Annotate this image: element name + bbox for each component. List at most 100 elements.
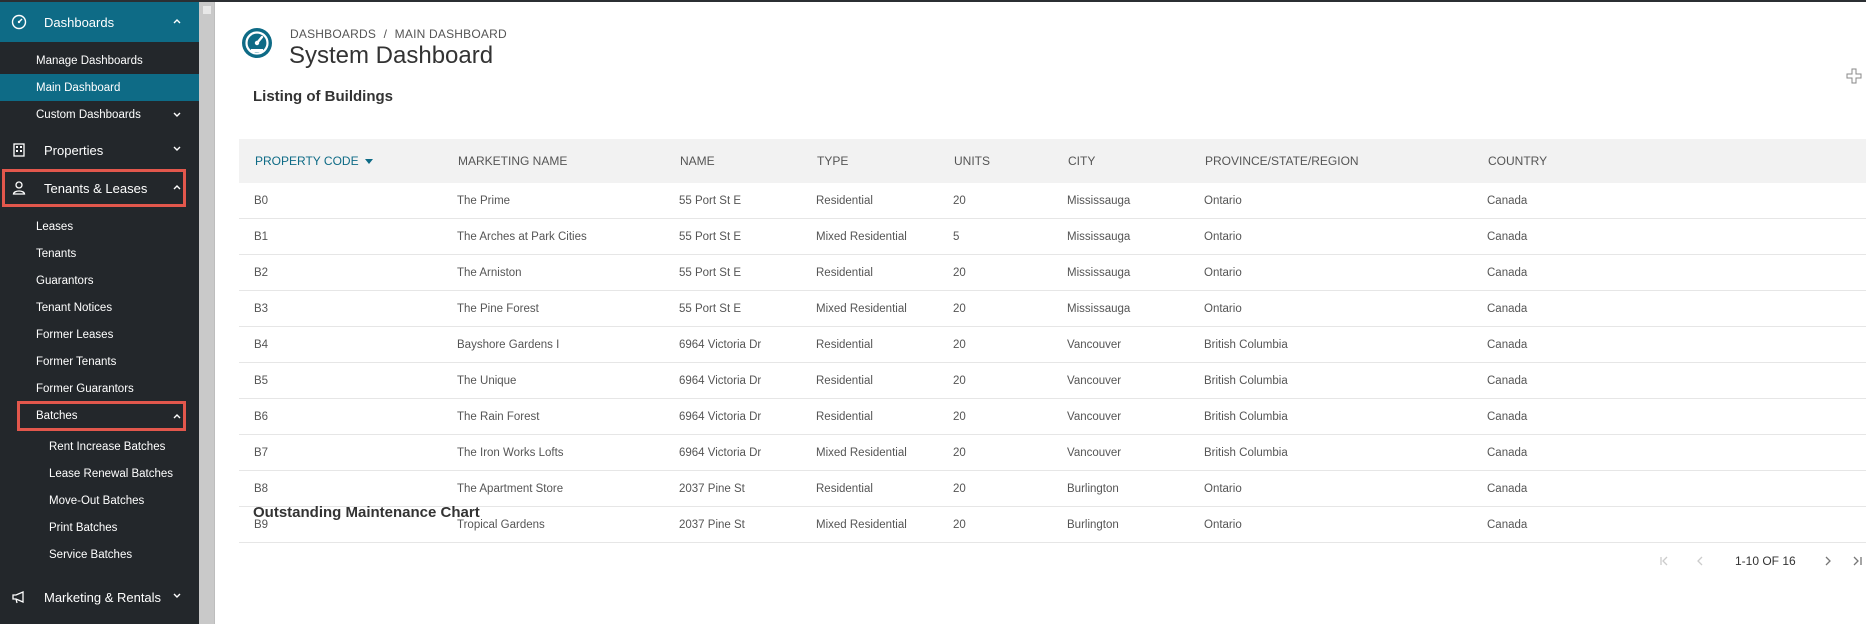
sidebar-section-properties[interactable]: Properties xyxy=(0,130,199,170)
table-cell: The Arches at Park Cities xyxy=(457,231,587,243)
table-cell: Canada xyxy=(1487,447,1528,459)
table-cell: Mississauga xyxy=(1067,231,1131,243)
sidebar-section-label: Marketing & Rentals xyxy=(44,589,162,605)
table-cell: Residential xyxy=(816,411,873,423)
sidebar-scrollbar[interactable] xyxy=(199,2,215,624)
column-header-name[interactable]: NAME xyxy=(680,154,715,168)
sidebar-item-guarantors[interactable]: Guarantors xyxy=(0,267,199,294)
table-cell: 20 xyxy=(953,411,966,423)
column-header-province[interactable]: PROVINCE/STATE/REGION xyxy=(1205,154,1359,168)
sidebar-item-move-out-batches[interactable]: Move-Out Batches xyxy=(0,487,199,514)
table-cell: The Apartment Store xyxy=(457,483,564,495)
table-cell: 20 xyxy=(953,339,966,351)
sidebar-item-label: Former Leases xyxy=(36,328,114,341)
add-widget-icon[interactable] xyxy=(1846,68,1862,84)
table-row[interactable]: B7 The Iron Works Lofts 6964 Victoria Dr Mi… xyxy=(239,435,1866,471)
table-cell: Mixed Residential xyxy=(816,519,907,531)
table-cell: 20 xyxy=(953,303,966,315)
previous-page-icon[interactable] xyxy=(1694,555,1706,567)
page-title: System Dashboard xyxy=(289,42,494,69)
column-header-country[interactable]: COUNTRY xyxy=(1488,154,1547,168)
sidebar-item-manage-dashboards[interactable]: Manage Dashboards xyxy=(0,47,199,74)
sidebar-item-former-guarantors[interactable]: Former Guarantors xyxy=(0,375,199,402)
table-cell: Ontario xyxy=(1204,195,1242,207)
scrollbar-thumb[interactable] xyxy=(203,6,211,14)
sort-descending-icon xyxy=(364,159,373,165)
sidebar: Dashboards Manage Dashboards Main Dashbo… xyxy=(0,2,199,624)
table-cell: Ontario xyxy=(1204,483,1242,495)
table-cell: The Pine Forest xyxy=(457,303,539,315)
sidebar-item-tenant-notices[interactable]: Tenant Notices xyxy=(0,294,199,321)
table-cell: 20 xyxy=(953,195,966,207)
table-cell: Mixed Residential xyxy=(816,447,907,459)
sidebar-item-former-leases[interactable]: Former Leases xyxy=(0,321,199,348)
breadcrumb-main-dashboard: MAIN DASHBOARD xyxy=(394,27,507,41)
table-cell: Ontario xyxy=(1204,519,1242,531)
table-cell: Vancouver xyxy=(1067,411,1122,423)
table-cell: B1 xyxy=(254,231,269,243)
table-row[interactable]: B1 The Arches at Park Cities 55 Port St E M… xyxy=(239,219,1866,255)
table-cell: Mississauga xyxy=(1067,195,1131,207)
last-page-icon[interactable] xyxy=(1851,555,1863,567)
table-row[interactable]: B9 Tropical Gardens 2037 Pine St Mixed Resi… xyxy=(239,507,1866,543)
sidebar-section-label: Properties xyxy=(44,142,104,158)
table-cell: Canada xyxy=(1487,519,1528,531)
table-cell: Canada xyxy=(1487,339,1528,351)
table-cell: Ontario xyxy=(1204,231,1242,243)
column-header-type[interactable]: TYPE xyxy=(817,154,848,168)
table-row[interactable]: B2 The Arniston 55 Port St E Residential 20 M… xyxy=(239,255,1866,291)
column-header-units[interactable]: UNITS xyxy=(954,154,990,168)
sidebar-item-label: Former Tenants xyxy=(36,355,117,368)
chevron-up-icon xyxy=(173,185,181,190)
table-row[interactable]: B0 The Prime 55 Port St E Residential 20 Miss… xyxy=(239,183,1866,219)
sidebar-section-tenants-leases[interactable]: Tenants & Leases xyxy=(0,168,199,208)
breadcrumb-separator: / xyxy=(383,27,388,41)
sidebar-item-label: Manage Dashboards xyxy=(36,54,143,67)
column-header-marketing-name[interactable]: MARKETING NAME xyxy=(458,154,567,168)
table-cell: B0 xyxy=(254,195,269,207)
table-cell: 20 xyxy=(953,483,966,495)
table-cell: Canada xyxy=(1487,483,1528,495)
column-header-property-code[interactable]: PROPERTY CODE xyxy=(255,154,373,168)
table-cell: Residential xyxy=(816,195,873,207)
table-cell: 55 Port St E xyxy=(679,267,742,279)
table-cell: B3 xyxy=(254,303,269,315)
table-cell: Mississauga xyxy=(1067,267,1131,279)
sidebar-item-leases[interactable]: Leases xyxy=(0,213,199,240)
table-cell: Residential xyxy=(816,267,873,279)
table-cell: Ontario xyxy=(1204,267,1242,279)
sidebar-item-service-batches[interactable]: Service Batches xyxy=(0,541,199,568)
sidebar-item-main-dashboard[interactable]: Main Dashboard xyxy=(0,74,199,101)
first-page-icon[interactable] xyxy=(1658,555,1670,567)
breadcrumb: DASHBOARDS / MAIN DASHBOARD xyxy=(290,27,507,41)
chevron-up-icon xyxy=(173,414,181,419)
sidebar-item-lease-renewal-batches[interactable]: Lease Renewal Batches xyxy=(0,460,199,487)
sidebar-item-label: Guarantors xyxy=(36,274,94,287)
sidebar-item-batches[interactable]: Batches xyxy=(0,402,199,429)
sidebar-item-print-batches[interactable]: Print Batches xyxy=(0,514,199,541)
table-row[interactable]: B4 Bayshore Gardens I 6964 Victoria Dr Resi… xyxy=(239,327,1866,363)
breadcrumb-dashboards[interactable]: DASHBOARDS xyxy=(290,27,376,41)
next-page-icon[interactable] xyxy=(1822,555,1834,567)
person-icon xyxy=(10,179,28,197)
sidebar-item-rent-increase-batches[interactable]: Rent Increase Batches xyxy=(0,433,199,460)
table-cell: 2037 Pine St xyxy=(679,519,745,531)
chevron-down-icon xyxy=(173,146,181,151)
table-cell: Burlington xyxy=(1067,483,1119,495)
sidebar-section-dashboards[interactable]: Dashboards xyxy=(0,2,199,42)
table-row[interactable]: B8 The Apartment Store 2037 Pine St Residen… xyxy=(239,471,1866,507)
table-cell: The Rain Forest xyxy=(457,411,540,423)
table-row[interactable]: B3 The Pine Forest 55 Port St E Mixed Resid… xyxy=(239,291,1866,327)
table-cell: British Columbia xyxy=(1204,375,1288,387)
table-cell: 6964 Victoria Dr xyxy=(679,375,762,387)
column-header-city[interactable]: CITY xyxy=(1068,154,1095,168)
table-row[interactable]: B6 The Rain Forest 6964 Victoria Dr Residen… xyxy=(239,399,1866,435)
pagination-label: 1-10 OF 16 xyxy=(1735,554,1796,568)
sidebar-item-custom-dashboards[interactable]: Custom Dashboards xyxy=(0,101,199,128)
table-cell: British Columbia xyxy=(1204,411,1288,423)
table-row[interactable]: B5 The Unique 6964 Victoria Dr Residential 2… xyxy=(239,363,1866,399)
table-cell: Residential xyxy=(816,339,873,351)
sidebar-item-tenants[interactable]: Tenants xyxy=(0,240,199,267)
sidebar-section-marketing-rentals[interactable]: Marketing & Rentals xyxy=(0,577,199,617)
sidebar-item-former-tenants[interactable]: Former Tenants xyxy=(0,348,199,375)
